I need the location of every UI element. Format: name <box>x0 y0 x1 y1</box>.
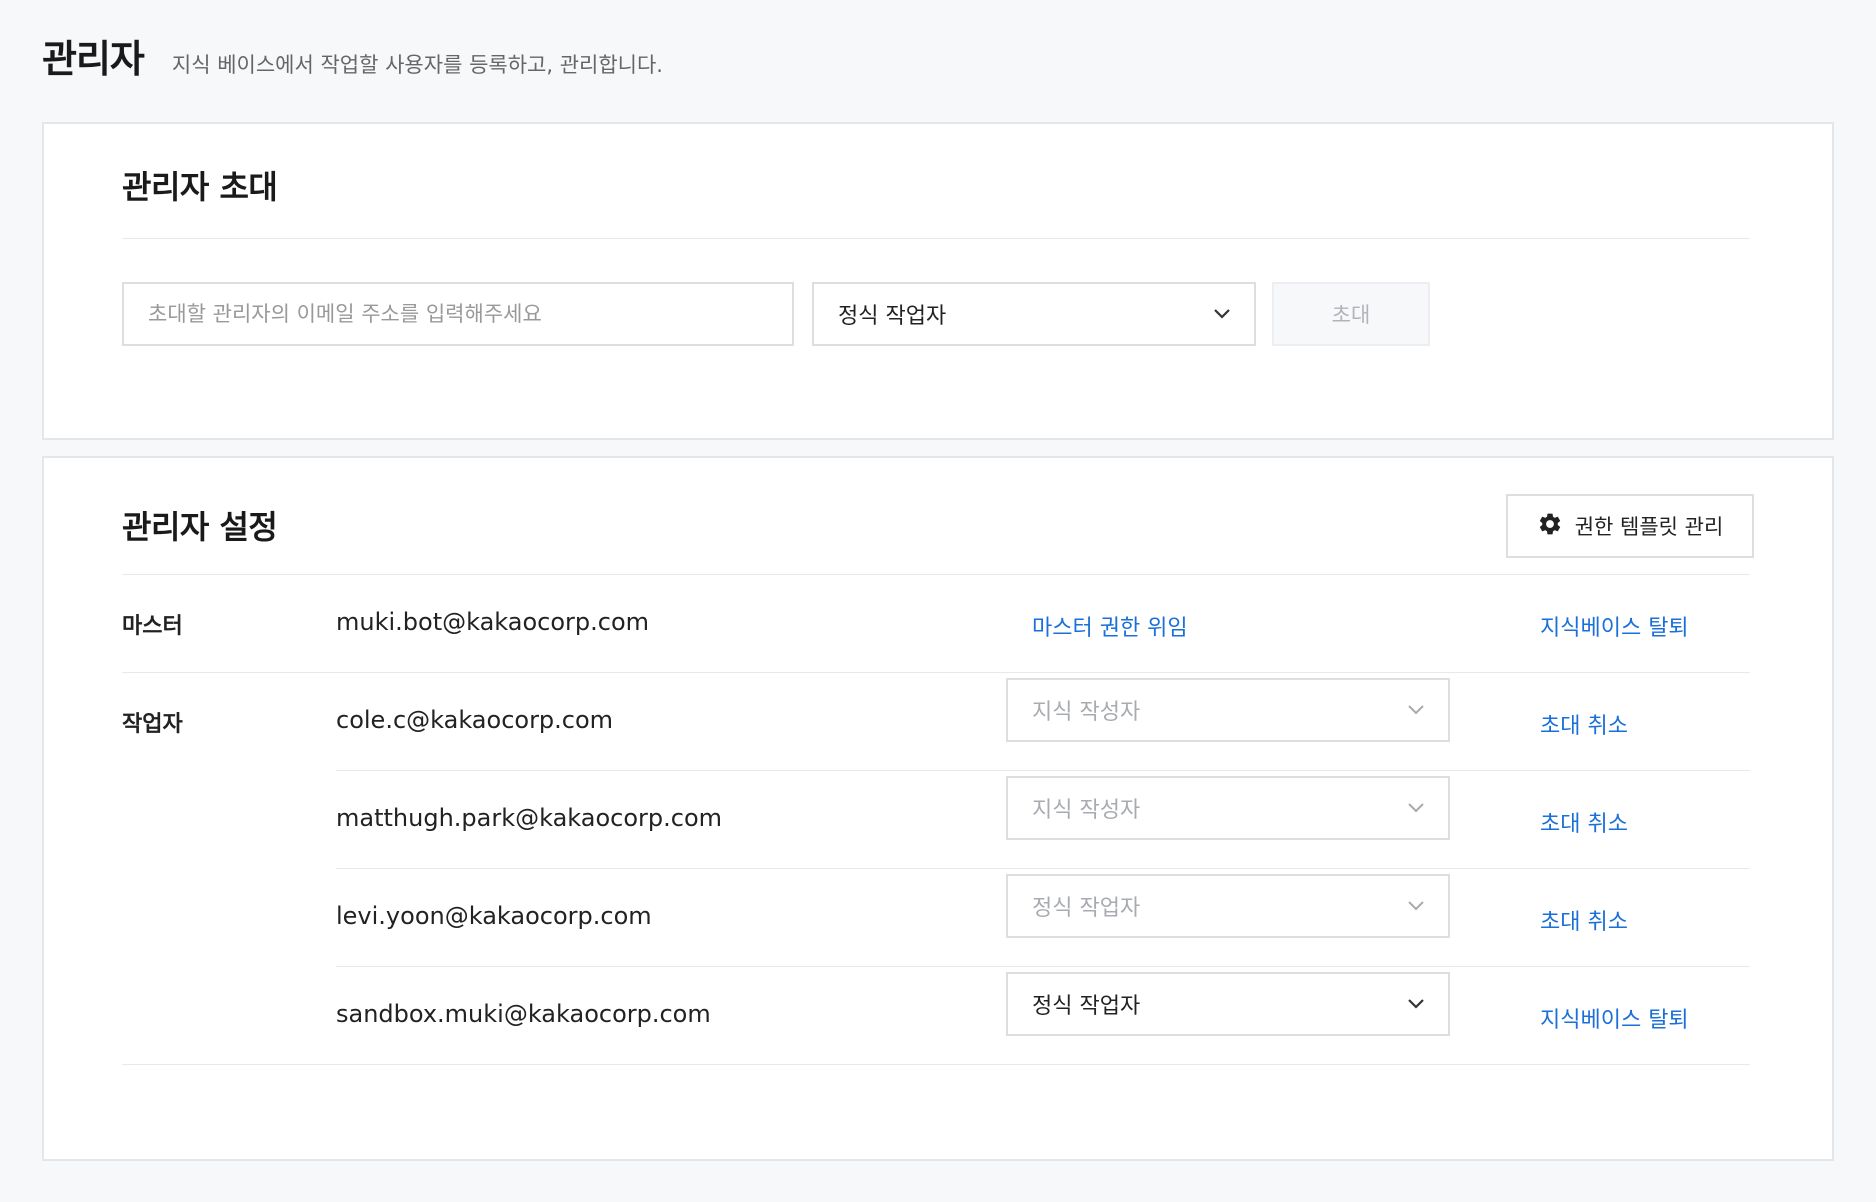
worker-role-select[interactable]: 지식 작성자 <box>1006 678 1450 742</box>
admin-invite-card: 관리자 초대 정식 작업자 초대 <box>42 122 1834 440</box>
chevron-down-icon <box>1406 798 1426 818</box>
chevron-down-icon <box>1406 994 1426 1014</box>
worker-role-value: 지식 작성자 <box>1032 700 1141 725</box>
master-label: 마스터 <box>122 614 183 639</box>
settings-section-title: 관리자 설정 <box>122 508 278 546</box>
page-description: 지식 베이스에서 작업할 사용자를 등록하고, 관리합니다. <box>171 53 663 77</box>
master-email: muki.bot@kakaocorp.com <box>336 608 650 636</box>
section-divider <box>122 238 1750 239</box>
invite-role-select[interactable]: 정식 작업자 <box>812 282 1256 346</box>
permission-template-button[interactable]: 권한 템플릿 관리 <box>1506 494 1754 558</box>
worker-role-value: 지식 작성자 <box>1032 798 1141 823</box>
invite-button[interactable]: 초대 <box>1272 282 1430 346</box>
worker-email: cole.c@kakaocorp.com <box>336 706 614 734</box>
row-divider <box>336 868 1750 869</box>
worker-label: 작업자 <box>122 712 183 737</box>
cancel-invite-link[interactable]: 초대 취소 <box>1540 904 1628 936</box>
row-divider <box>336 966 1750 967</box>
chevron-down-icon <box>1212 304 1232 324</box>
worker-role-select[interactable]: 지식 작성자 <box>1006 776 1450 840</box>
page-header: 관리자 지식 베이스에서 작업할 사용자를 등록하고, 관리합니다. <box>42 28 663 83</box>
invite-email-input[interactable] <box>122 282 794 346</box>
chevron-down-icon <box>1406 896 1426 916</box>
admin-page: 관리자 지식 베이스에서 작업할 사용자를 등록하고, 관리합니다. 관리자 초… <box>0 0 1876 1202</box>
row-divider <box>122 672 1750 673</box>
cancel-invite-link[interactable]: 초대 취소 <box>1540 708 1628 740</box>
worker-role-value: 정식 작업자 <box>1032 994 1141 1019</box>
cancel-invite-link[interactable]: 초대 취소 <box>1540 806 1628 838</box>
delegate-master-link[interactable]: 마스터 권한 위임 <box>1032 610 1188 642</box>
row-divider <box>122 1064 1750 1065</box>
worker-email: sandbox.muki@kakaocorp.com <box>336 1000 711 1028</box>
worker-role-value: 정식 작업자 <box>1032 896 1141 921</box>
leave-knowledgebase-link[interactable]: 지식베이스 탈퇴 <box>1540 610 1689 642</box>
section-divider <box>122 574 1750 575</box>
worker-role-select[interactable]: 정식 작업자 <box>1006 874 1450 938</box>
invite-role-value: 정식 작업자 <box>838 304 947 329</box>
leave-knowledgebase-link[interactable]: 지식베이스 탈퇴 <box>1540 1002 1689 1034</box>
invite-section-title: 관리자 초대 <box>122 168 278 206</box>
page-title: 관리자 <box>42 37 145 81</box>
worker-role-select[interactable]: 정식 작업자 <box>1006 972 1450 1036</box>
worker-email: levi.yoon@kakaocorp.com <box>336 902 652 930</box>
permission-template-label: 권한 템플릿 관리 <box>1574 515 1724 539</box>
row-divider <box>336 770 1750 771</box>
admin-settings-card: 관리자 설정 권한 템플릿 관리 마스터 muki.bot@kakaocorp.… <box>42 456 1834 1161</box>
chevron-down-icon <box>1406 700 1426 720</box>
gear-icon <box>1537 511 1563 542</box>
worker-email: matthugh.park@kakaocorp.com <box>336 804 723 832</box>
